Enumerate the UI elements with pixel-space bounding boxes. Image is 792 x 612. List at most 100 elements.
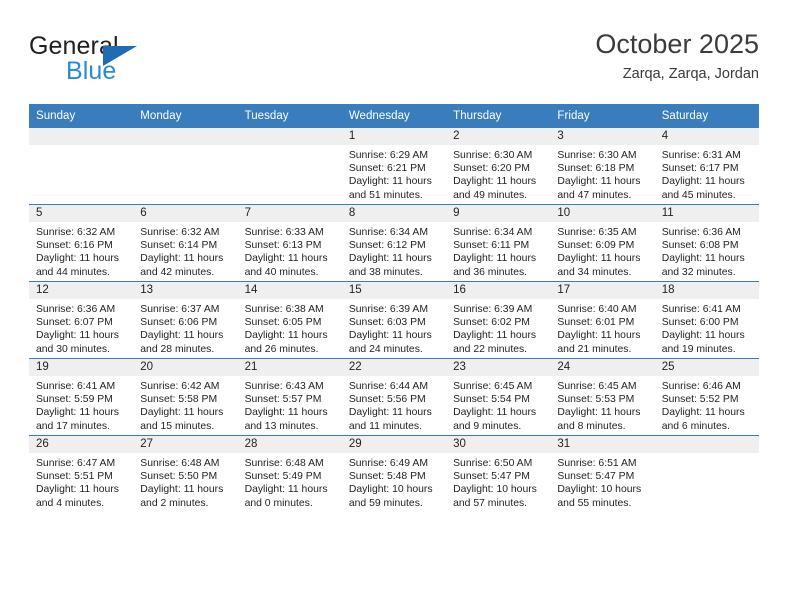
sunset-time: Sunset: 6:18 PM [557,163,635,175]
sunset-time: Sunset: 6:09 PM [557,240,635,252]
day-number: 24 [550,359,655,376]
calendar-day-cell[interactable]: 10 Sunrise: 6:35 AM Sunset: 6:09 PM Dayligh… [550,204,655,282]
calendar-day-cell[interactable]: 15 Sunrise: 6:39 AM Sunset: 6:03 PM Dayligh… [341,281,447,359]
daylight-duration-line2: and 21 minutes. [557,343,632,355]
calendar-day-cell[interactable]: 4 Sunrise: 6:31 AM Sunset: 6:17 PM Daylight… [654,127,759,205]
general-blue-logo[interactable]: General Blue [29,32,239,88]
day-details: Sunrise: 6:34 AM Sunset: 6:11 PM Daylight:… [446,222,550,279]
calendar-day-cell[interactable]: 6 Sunrise: 6:32 AM Sunset: 6:14 PM Daylight… [133,204,238,282]
daylight-duration-line1: Daylight: 10 hours [348,484,433,496]
calendar-day-cell[interactable]: 16 Sunrise: 6:39 AM Sunset: 6:02 PM Dayligh… [446,281,551,359]
day-details: Sunrise: 6:48 AM Sunset: 5:50 PM Daylight:… [133,453,237,510]
calendar-day-cell[interactable]: 19 Sunrise: 6:41 AM Sunset: 5:59 PM Dayligh… [29,358,134,436]
daylight-duration-line2: and 0 minutes. [244,497,313,509]
sunset-time: Sunset: 5:58 PM [140,394,218,406]
calendar-day-cell[interactable]: 7 Sunrise: 6:33 AM Sunset: 6:13 PM Daylight… [237,204,342,282]
day-details: Sunrise: 6:38 AM Sunset: 6:05 PM Daylight:… [238,299,342,356]
sunrise-time: Sunrise: 6:31 AM [661,150,741,161]
day-number: 27 [133,436,238,453]
calendar-day-cell[interactable]: 28 Sunrise: 6:48 AM Sunset: 5:49 PM Dayligh… [237,435,342,512]
daylight-duration-line1: Daylight: 11 hours [557,176,641,188]
day-details: Sunrise: 6:51 AM Sunset: 5:47 PM Daylight:… [550,453,654,510]
daylight-duration-line1: Daylight: 10 hours [453,484,537,496]
day-details: Sunrise: 6:41 AM Sunset: 6:00 PM Daylight:… [655,299,759,356]
calendar-day-cell[interactable]: 30 Sunrise: 6:50 AM Sunset: 5:47 PM Dayligh… [446,435,551,512]
sunset-time: Sunset: 5:47 PM [453,471,530,483]
day-details: Sunrise: 6:46 AM Sunset: 5:52 PM Daylight:… [655,376,759,433]
calendar-day-cell[interactable]: 14 Sunrise: 6:38 AM Sunset: 6:05 PM Dayligh… [237,281,342,359]
day-details: Sunrise: 6:45 AM Sunset: 5:54 PM Daylight:… [446,376,550,433]
calendar-day-cell[interactable]: 20 Sunrise: 6:42 AM Sunset: 5:58 PM Dayligh… [133,358,238,436]
sunset-time: Sunset: 5:48 PM [348,471,426,483]
calendar-day-cell[interactable]: 29 Sunrise: 6:49 AM Sunset: 5:48 PM Dayligh… [341,435,447,512]
sunset-time: Sunset: 6:08 PM [661,240,739,252]
sunrise-time: Sunrise: 6:45 AM [453,381,533,392]
calendar-day-cell[interactable]: 5 Sunrise: 6:32 AM Sunset: 6:16 PM Daylight… [29,204,134,282]
sunrise-time: Sunrise: 6:32 AM [140,227,220,238]
daylight-duration-line1: Daylight: 11 hours [36,484,119,496]
calendar-day-cell[interactable]: 31 Sunrise: 6:51 AM Sunset: 5:47 PM Dayligh… [550,435,655,512]
daylight-duration-line2: and 6 minutes. [661,420,730,432]
weekday-header-monday: Monday [133,104,238,128]
daylight-duration-line2: and 55 minutes. [557,497,632,509]
day-details: Sunrise: 6:35 AM Sunset: 6:09 PM Daylight:… [550,222,654,279]
day-number: 20 [133,359,238,376]
calendar-day-cell-empty [133,127,238,205]
sunset-time: Sunset: 6:05 PM [244,317,322,329]
daylight-duration-line1: Daylight: 11 hours [557,253,641,265]
sunset-time: Sunset: 6:12 PM [348,240,426,252]
daylight-duration-line2: and 49 minutes. [453,189,528,201]
calendar-day-cell[interactable]: 3 Sunrise: 6:30 AM Sunset: 6:18 PM Daylight… [550,127,655,205]
calendar-day-cell[interactable]: 11 Sunrise: 6:36 AM Sunset: 6:08 PM Dayligh… [654,204,759,282]
day-details: Sunrise: 6:30 AM Sunset: 6:18 PM Daylight:… [550,145,654,202]
daylight-duration-line1: Daylight: 11 hours [36,407,119,419]
calendar-day-cell[interactable]: 21 Sunrise: 6:43 AM Sunset: 5:57 PM Dayligh… [237,358,342,436]
sunrise-time: Sunrise: 6:36 AM [661,227,741,238]
sunrise-time: Sunrise: 6:35 AM [557,227,637,238]
day-number: 19 [29,359,134,376]
calendar-day-cell[interactable]: 9 Sunrise: 6:34 AM Sunset: 6:11 PM Daylight… [446,204,551,282]
calendar-day-cell[interactable]: 22 Sunrise: 6:44 AM Sunset: 5:56 PM Dayligh… [341,358,447,436]
calendar-body: 1 Sunrise: 6:29 AM Sunset: 6:21 PM Daylight… [29,127,759,512]
weekday-header-sunday: Sunday [29,104,134,128]
weekday-header-friday: Friday [550,104,655,128]
sunset-time: Sunset: 6:07 PM [36,317,113,329]
calendar-day-cell[interactable]: 25 Sunrise: 6:46 AM Sunset: 5:52 PM Dayligh… [654,358,759,436]
day-number: 21 [237,359,342,376]
calendar-day-cell[interactable]: 8 Sunrise: 6:34 AM Sunset: 6:12 PM Daylight… [341,204,447,282]
day-details: Sunrise: 6:50 AM Sunset: 5:47 PM Daylight:… [446,453,550,510]
daylight-duration-line1: Daylight: 10 hours [557,484,642,496]
sunset-time: Sunset: 5:52 PM [661,394,739,406]
day-details: Sunrise: 6:47 AM Sunset: 5:51 PM Daylight:… [29,453,133,510]
calendar-day-cell[interactable]: 26 Sunrise: 6:47 AM Sunset: 5:51 PM Dayligh… [29,435,134,512]
calendar-week-row: 1 Sunrise: 6:29 AM Sunset: 6:21 PM Daylight… [29,127,759,205]
day-details: Sunrise: 6:33 AM Sunset: 6:13 PM Daylight:… [238,222,342,279]
daylight-duration-line2: and 22 minutes. [453,343,528,355]
daylight-duration-line1: Daylight: 11 hours [348,176,432,188]
sunset-time: Sunset: 5:50 PM [140,471,218,483]
calendar-day-cell[interactable]: 24 Sunrise: 6:45 AM Sunset: 5:53 PM Dayligh… [550,358,655,436]
sunset-time: Sunset: 6:17 PM [661,163,739,175]
day-details: Sunrise: 6:30 AM Sunset: 6:20 PM Daylight:… [446,145,550,202]
day-details: Sunrise: 6:32 AM Sunset: 6:16 PM Daylight:… [29,222,133,279]
day-number: 12 [29,282,134,299]
page-subtitle: Zarqa, Zarqa, Jordan [622,66,759,82]
daylight-duration-line2: and 40 minutes. [244,266,319,278]
calendar-day-cell[interactable]: 18 Sunrise: 6:41 AM Sunset: 6:00 PM Dayligh… [654,281,759,359]
calendar-day-cell[interactable]: 17 Sunrise: 6:40 AM Sunset: 6:01 PM Dayligh… [550,281,655,359]
day-number: 30 [446,436,551,453]
day-number: 1 [341,128,447,145]
day-details: Sunrise: 6:45 AM Sunset: 5:53 PM Daylight:… [550,376,654,433]
day-number: 18 [654,282,759,299]
calendar-day-cell[interactable]: 12 Sunrise: 6:36 AM Sunset: 6:07 PM Dayligh… [29,281,134,359]
daylight-duration-line1: Daylight: 11 hours [453,330,537,342]
day-number: 13 [133,282,238,299]
calendar-day-cell[interactable]: 2 Sunrise: 6:30 AM Sunset: 6:20 PM Daylight… [446,127,551,205]
calendar-day-cell[interactable]: 23 Sunrise: 6:45 AM Sunset: 5:54 PM Dayligh… [446,358,551,436]
sunset-time: Sunset: 6:02 PM [453,317,530,329]
calendar-day-cell[interactable]: 1 Sunrise: 6:29 AM Sunset: 6:21 PM Daylight… [341,127,447,205]
sunrise-time: Sunrise: 6:39 AM [453,304,533,315]
sunrise-time: Sunrise: 6:34 AM [453,227,533,238]
calendar-day-cell[interactable]: 13 Sunrise: 6:37 AM Sunset: 6:06 PM Dayligh… [133,281,238,359]
calendar-day-cell[interactable]: 27 Sunrise: 6:48 AM Sunset: 5:50 PM Dayligh… [133,435,238,512]
